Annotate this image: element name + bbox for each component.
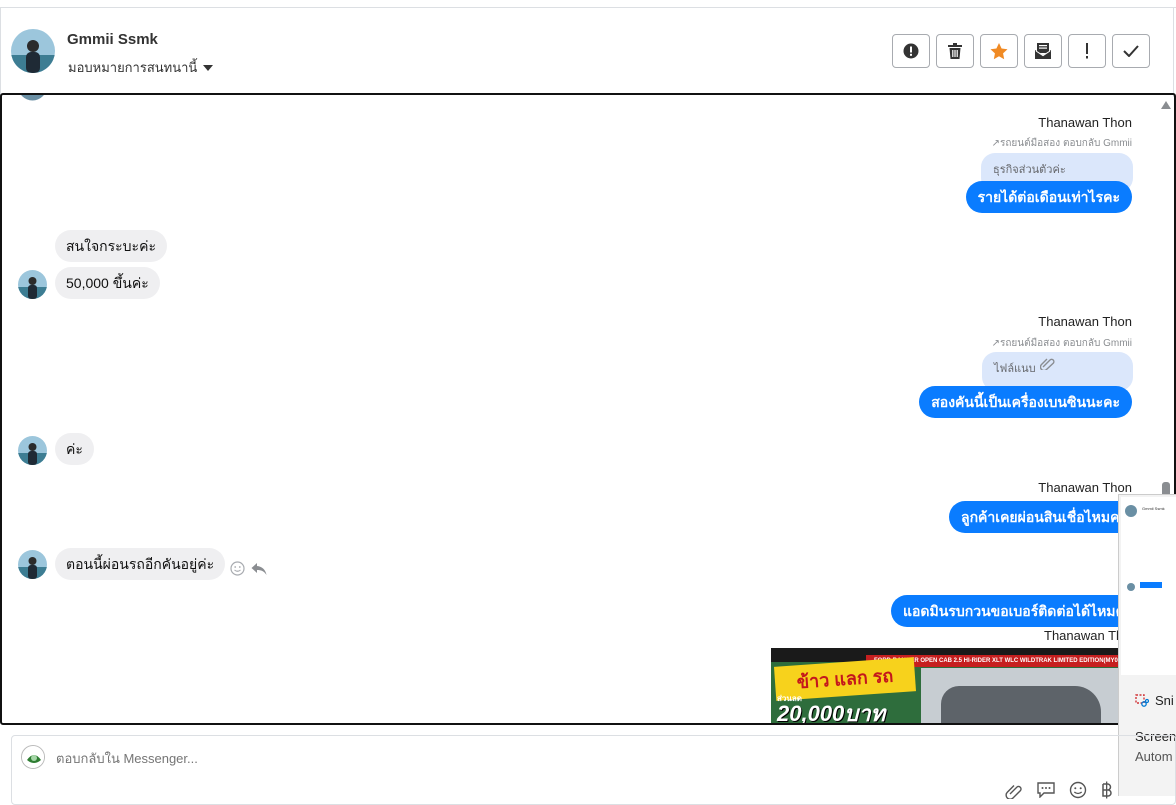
conversation-toolbar <box>892 34 1150 68</box>
outgoing-message[interactable]: แอดมินรบกวนขอเบอร์ติดต่อได้ไหมคะ <box>891 595 1145 627</box>
car-photo <box>921 668 1121 723</box>
paperclip-icon[interactable] <box>1005 781 1023 799</box>
reply-icon: ↗ <box>991 138 1000 149</box>
outgoing-message[interactable]: รายได้ต่อเดือนเท่าไรคะ <box>965 181 1132 213</box>
message-sender: Thanawan Thon <box>1038 314 1132 329</box>
attachment-label: ไฟล์แนบ <box>994 363 1036 375</box>
contact-avatar-small <box>18 270 47 299</box>
reply-input[interactable] <box>56 751 556 766</box>
paperclip-icon <box>1040 358 1055 370</box>
incoming-message[interactable]: 50,000 ขึ้นค่ะ <box>55 267 160 299</box>
conversation-header: Gmmii Ssmk มอบหมายการสนทนานี้ <box>0 8 1176 94</box>
incoming-message[interactable]: สนใจกระบะค่ะ <box>55 230 167 262</box>
message-sender: Thanawan Thon <box>1038 480 1132 495</box>
outgoing-message[interactable]: สองคันนี้เป็นเครื่องเบนซินนะคะ <box>919 386 1132 418</box>
avatar-partial <box>21 95 44 101</box>
check-icon <box>1123 45 1139 57</box>
thumb-bubble <box>1140 582 1162 588</box>
exclamation-icon <box>1086 43 1088 59</box>
image-attachment[interactable]: FORD RANGER OPEN CAB 2.5 HI-RIDER XLT WL… <box>771 648 1123 724</box>
trash-icon <box>948 43 962 59</box>
baht-payment-icon[interactable] <box>1101 781 1113 799</box>
page-logo <box>21 745 45 769</box>
assign-label: มอบหมายการสนทนานี้ <box>68 60 198 75</box>
reply-composer <box>11 735 1176 805</box>
reply-note: ↗รถยนต์มือสอง ตอบกลับ Gmmii <box>991 138 1132 149</box>
outgoing-message[interactable]: ลูกค้าเคยผ่อนสินเชื่อไหมคะ <box>949 501 1140 533</box>
contact-name[interactable]: Gmmii Ssmk <box>67 31 158 48</box>
screenshot-thumbnail[interactable]: Gmmii Ssmk <box>1121 497 1176 675</box>
star-icon <box>990 42 1008 59</box>
important-button[interactable] <box>1068 34 1106 68</box>
done-button[interactable] <box>1112 34 1150 68</box>
emoji-icon[interactable] <box>1069 781 1087 799</box>
composer-tools <box>1005 781 1113 799</box>
scroll-up-arrow-icon[interactable] <box>1161 101 1171 109</box>
contact-avatar-small <box>18 550 47 579</box>
message-sender: Thanawan Thon <box>1038 115 1132 130</box>
reply-note: ↗รถยนต์มือสอง ตอบกลับ Gmmii <box>991 338 1132 349</box>
message-thread[interactable]: Thanawan Thon ↗รถยนต์มือสอง ตอบกลับ Gmmi… <box>0 93 1176 725</box>
car-body <box>941 686 1101 723</box>
assign-conversation-dropdown[interactable]: มอบหมายการสนทนานี้ <box>68 57 214 78</box>
mark-unread-button[interactable] <box>1024 34 1062 68</box>
popup-app-row: Sni <box>1135 693 1174 708</box>
image-discount-amount: 20,000บาท <box>777 701 886 724</box>
incoming-message[interactable]: ค่ะ <box>55 433 94 465</box>
messenger-conversation-view: Gmmii Ssmk มอบหมายการสนทนานี้ Thanawan T… <box>0 0 1176 805</box>
message-actions <box>230 561 267 576</box>
thumb-avatar-small <box>1127 583 1135 591</box>
caret-down-icon <box>203 64 214 71</box>
thumb-name: Gmmii Ssmk <box>1142 506 1165 511</box>
contact-avatar[interactable] <box>11 29 55 73</box>
envelope-icon <box>1035 43 1051 59</box>
thumb-avatar <box>1125 505 1137 517</box>
spam-button[interactable] <box>892 34 930 68</box>
reply-arrow-icon[interactable] <box>251 562 267 576</box>
alert-circle-icon <box>903 43 919 59</box>
star-button[interactable] <box>980 34 1018 68</box>
incoming-message[interactable]: ตอนนี้ผ่อนรถอีกคันอยู่ค่ะ <box>55 548 226 580</box>
snipping-tool-icon <box>1135 693 1149 707</box>
reply-icon: ↗ <box>991 338 1000 349</box>
delete-button[interactable] <box>936 34 974 68</box>
popup-app-name: Sni <box>1155 693 1174 708</box>
react-emoji-icon[interactable] <box>230 561 245 576</box>
contact-avatar-small <box>18 436 47 465</box>
